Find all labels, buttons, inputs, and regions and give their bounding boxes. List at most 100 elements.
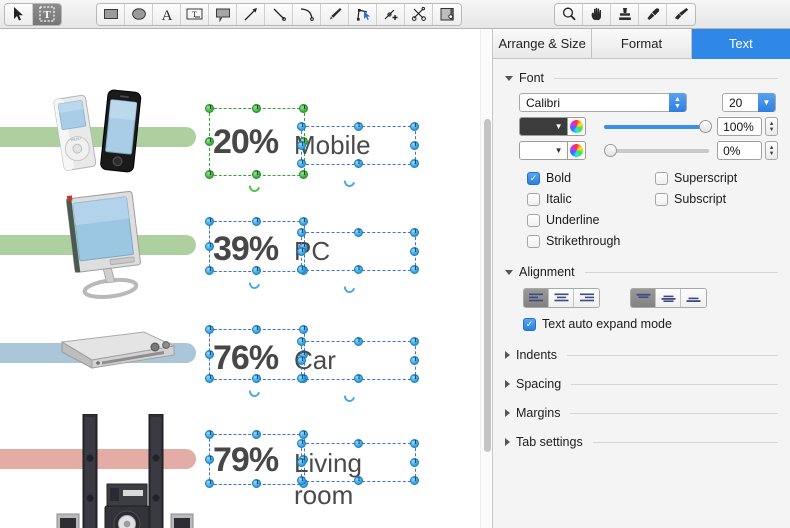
font-family-combo[interactable]: Calibri ▲ ▼ [519, 93, 687, 112]
align-top-button[interactable] [631, 289, 656, 307]
disclosure-triangle-open-icon[interactable] [505, 75, 513, 81]
selection-box-label-3[interactable] [297, 337, 420, 383]
tab-settings-section-header[interactable]: Tab settings [505, 432, 778, 452]
auto-expand-label: Text auto expand mode [542, 317, 672, 331]
text-box-tool[interactable]: T [181, 3, 209, 25]
subscript-checkbox[interactable] [655, 192, 668, 206]
disclosure-triangle-closed-icon[interactable] [505, 351, 510, 359]
spacing-label: Spacing [516, 377, 562, 391]
fill-color-swatch[interactable]: ▼ [519, 117, 586, 136]
toolbar-shape-group: A T [96, 2, 462, 26]
properties-panel: Arrange & Size Format Text Font Calibri … [492, 29, 790, 528]
text-frame-tool[interactable]: T [33, 3, 61, 25]
tab-text[interactable]: Text [691, 29, 790, 59]
checkbox-row-superscript[interactable]: Superscript [655, 169, 737, 187]
italic-label: Italic [546, 192, 572, 206]
outline-opacity-slider[interactable] [603, 144, 710, 158]
disclosure-triangle-open-icon[interactable] [505, 269, 513, 275]
auto-expand-row[interactable]: ✓ Text auto expand mode [523, 315, 778, 333]
alignment-section: Alignment ✓ Text auto expand mode [505, 262, 778, 333]
arrow-line-tool[interactable] [237, 3, 265, 25]
checkbox-row-underline[interactable]: Underline [527, 211, 655, 229]
tab-arrange-and-size[interactable]: Arrange & Size [493, 29, 593, 59]
rotate-handle-percent-3[interactable] [246, 383, 263, 400]
outline-opacity-stepper[interactable]: ▲ ▼ [765, 141, 778, 160]
checkbox-row-subscript[interactable]: Subscript [655, 190, 737, 208]
font-family-stepper-icon[interactable]: ▲ ▼ [669, 93, 686, 112]
align-center-button[interactable] [549, 289, 574, 307]
align-bottom-button[interactable] [681, 289, 706, 307]
align-right-button[interactable] [574, 289, 599, 307]
ellipse-tool[interactable] [125, 3, 153, 25]
rotate-handle-label-3[interactable] [341, 388, 358, 405]
node-edit-tool[interactable] [349, 3, 377, 25]
add-node-tool[interactable] [377, 3, 405, 25]
spacing-section-header[interactable]: Spacing [505, 374, 778, 394]
tab-format[interactable]: Format [592, 29, 692, 59]
document-canvas[interactable]: MENU 20% T T T T T T T T Mobile T T T T … [0, 29, 486, 528]
selection-box-label-4[interactable] [297, 439, 420, 485]
margins-section-header[interactable]: Margins [505, 403, 778, 423]
fill-opacity-value[interactable]: 100% [717, 117, 763, 136]
superscript-checkbox[interactable] [655, 171, 668, 185]
selection-box-label-1[interactable] [297, 122, 420, 168]
outline-color-value[interactable]: ▼ [520, 142, 567, 159]
paintbrush-tool[interactable] [667, 3, 695, 25]
checkbox-row-strikethrough[interactable]: Strikethrough [527, 232, 655, 250]
underline-checkbox[interactable] [527, 213, 540, 227]
underline-label: Underline [546, 213, 600, 227]
shadow-tool[interactable] [433, 3, 461, 25]
strikethrough-checkbox[interactable] [527, 234, 540, 248]
fill-opacity-slider[interactable] [603, 120, 712, 134]
stamp-tool[interactable] [611, 3, 639, 25]
alignment-section-label: Alignment [519, 265, 575, 279]
curve-tool[interactable] [293, 3, 321, 25]
cut-path-tool[interactable] [405, 3, 433, 25]
selection-box-label-2[interactable] [297, 228, 420, 274]
disclosure-triangle-closed-icon[interactable] [505, 380, 510, 388]
eyedropper-tool[interactable] [639, 3, 667, 25]
fill-color-wheel-button[interactable] [566, 118, 585, 135]
selection-box-percent-4[interactable] [205, 430, 309, 488]
indents-label: Indents [516, 348, 558, 362]
selection-box-percent-2[interactable] [205, 217, 309, 275]
outline-color-wheel-button[interactable] [566, 142, 585, 159]
canvas-vertical-scrollbar[interactable] [480, 29, 492, 528]
fill-color-value[interactable]: ▼ [520, 118, 567, 135]
rotate-handle-label-2[interactable] [341, 279, 358, 296]
rotate-handle-percent-1[interactable] [246, 178, 263, 195]
zoom-tool[interactable] [555, 3, 583, 25]
auto-expand-checkbox[interactable]: ✓ [523, 317, 536, 331]
alignment-section-header[interactable]: Alignment [505, 262, 778, 282]
rotate-handle-percent-2[interactable] [246, 275, 263, 292]
pen-tool[interactable] [321, 3, 349, 25]
align-middle-button[interactable] [656, 289, 681, 307]
outline-opacity-value[interactable]: 0% [717, 141, 763, 160]
text-tool[interactable]: A [153, 3, 181, 25]
bold-checkbox[interactable]: ✓ [527, 171, 540, 185]
hand-tool[interactable] [583, 3, 611, 25]
font-size-combo[interactable]: 20 ▼ [722, 93, 776, 112]
select-arrow-tool[interactable] [5, 3, 33, 25]
outline-chevron-down-icon[interactable]: ▼ [555, 146, 563, 155]
font-section-header[interactable]: Font [505, 68, 778, 88]
section-divider [584, 271, 778, 273]
disclosure-triangle-closed-icon[interactable] [505, 438, 510, 446]
disclosure-triangle-closed-icon[interactable] [505, 409, 510, 417]
straight-line-tool[interactable] [265, 3, 293, 25]
rotate-handle-label-1[interactable] [341, 173, 358, 190]
font-size-chevron-down-icon[interactable]: ▼ [758, 93, 775, 112]
checkbox-row-italic[interactable]: Italic [527, 190, 655, 208]
selection-box-percent-1[interactable] [205, 104, 309, 179]
indents-section-header[interactable]: Indents [505, 345, 778, 365]
checkbox-row-bold[interactable]: ✓ Bold [527, 169, 655, 187]
rectangle-tool[interactable] [97, 3, 125, 25]
align-left-button[interactable] [524, 289, 549, 307]
scrollbar-thumb[interactable] [484, 119, 491, 452]
outline-color-swatch[interactable]: ▼ [519, 141, 586, 160]
italic-checkbox[interactable] [527, 192, 540, 206]
fill-chevron-down-icon[interactable]: ▼ [555, 122, 563, 131]
callout-tool[interactable] [209, 3, 237, 25]
selection-box-percent-3[interactable] [205, 325, 309, 383]
fill-opacity-stepper[interactable]: ▲ ▼ [765, 117, 778, 136]
